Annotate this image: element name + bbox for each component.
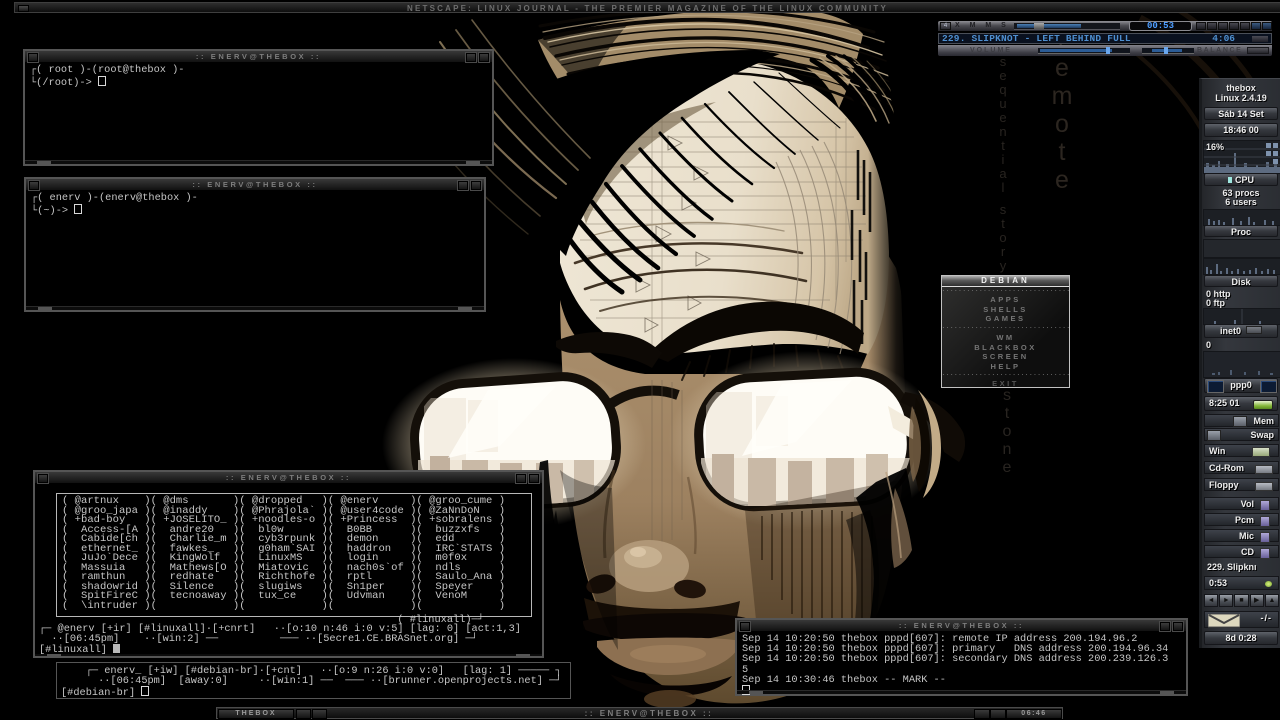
svg-text:e: e xyxy=(1055,166,1069,194)
svg-text:n: n xyxy=(999,124,1006,139)
svg-text:s: s xyxy=(1000,202,1007,217)
svg-text:t: t xyxy=(1059,138,1066,166)
svg-text:e: e xyxy=(999,110,1006,125)
svg-text:e: e xyxy=(1055,54,1069,82)
svg-text:a: a xyxy=(999,166,1007,181)
svg-text:l: l xyxy=(1002,180,1005,195)
svg-text:i: i xyxy=(1002,152,1005,167)
svg-text:t: t xyxy=(1001,138,1005,153)
svg-text:t: t xyxy=(1001,216,1005,231)
svg-text:t: t xyxy=(1005,405,1010,422)
svg-text:o: o xyxy=(1055,110,1069,138)
svg-text:e: e xyxy=(999,68,1006,83)
svg-text:s: s xyxy=(1000,54,1007,69)
svg-text:u: u xyxy=(999,96,1006,111)
svg-text:y: y xyxy=(1000,258,1007,273)
svg-text:r: r xyxy=(1001,244,1006,259)
svg-text:e: e xyxy=(1003,459,1012,476)
svg-text:o: o xyxy=(1003,423,1012,440)
svg-text:s: s xyxy=(1003,387,1011,404)
svg-text:o: o xyxy=(999,230,1006,245)
svg-text:q: q xyxy=(999,82,1006,97)
svg-text:m: m xyxy=(1052,82,1073,110)
svg-text:n: n xyxy=(1003,441,1012,458)
